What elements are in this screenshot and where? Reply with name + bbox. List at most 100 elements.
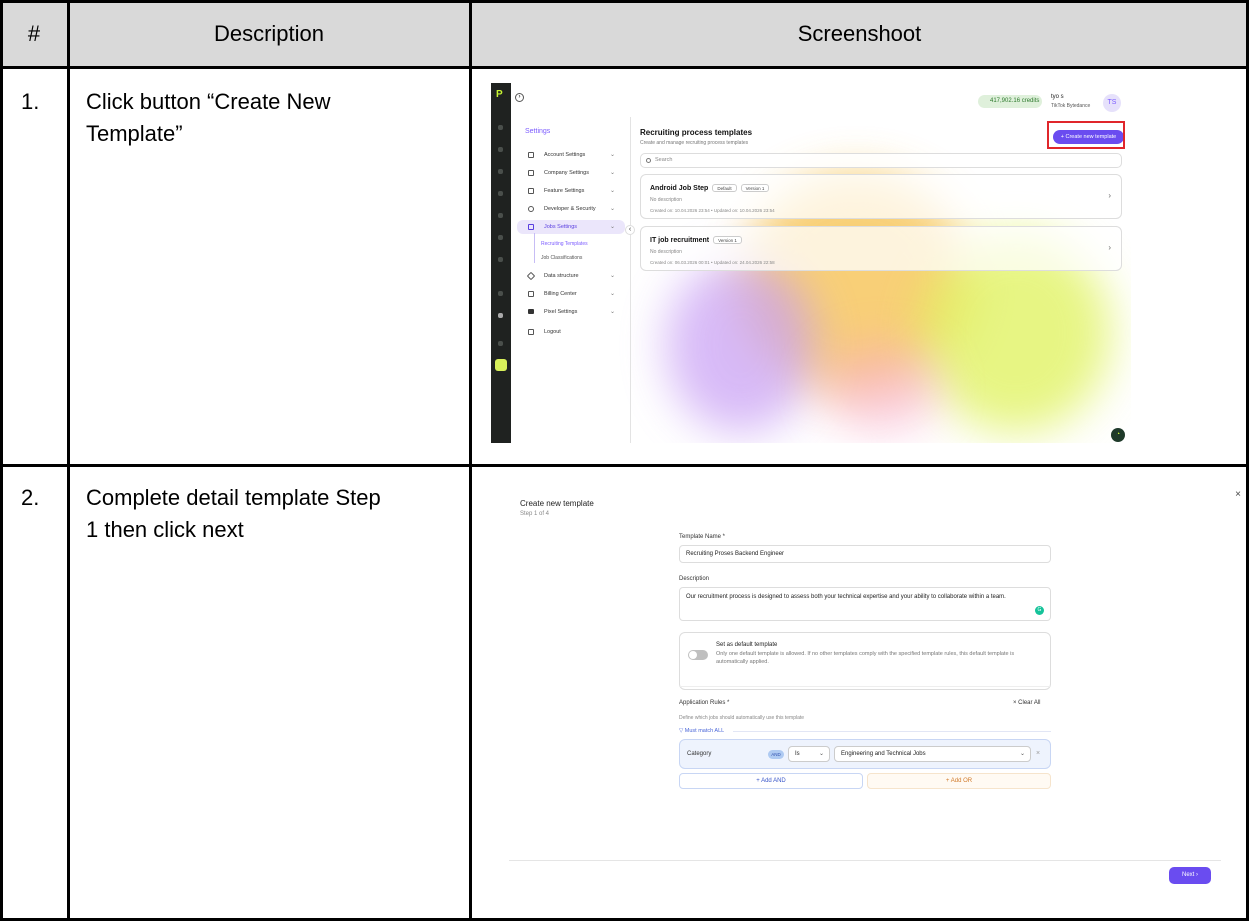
divider [679,686,1051,687]
nav-label: Developer & Security [544,206,596,212]
chevron-down-icon: ⌄ [609,224,615,230]
screenshot-templates-list: P › 417,902.16 credits tyo s TikTok Byte… [491,83,1131,443]
template-title: IT job recruitment [650,236,710,244]
nav-label: Account Settings [544,152,586,158]
chevron-down-icon: ⌄ [609,170,615,176]
collapse-panel-icon[interactable]: ‹ [625,225,635,235]
template-description: No description [650,197,682,203]
default-template-title: Set as default template [716,642,778,648]
nav-feature-settings[interactable]: Feature Settings ⌄ [517,184,625,198]
search-icon [646,158,651,163]
nav-label: Logout [544,329,561,335]
nav-label: Billing Center [544,291,577,297]
toggle-knob [689,651,697,659]
operator-select[interactable]: Is ⌄ [788,746,830,762]
chevron-down-icon: ⌄ [1019,751,1025,757]
feature-icon [528,188,534,194]
screenshot-create-template: × Create new template Step 1 of 4 Templa… [491,483,1243,903]
nav-data-structure[interactable]: Data structure ⌄ [517,269,625,283]
page-title: Recruiting process templates [640,128,753,137]
sidebar-nav-icon[interactable] [498,147,503,152]
chevron-right-icon: › [1108,191,1111,200]
highlight-box [1047,121,1125,149]
chevron-down-icon: ⌄ [609,206,615,212]
default-template-description: Only one default template is allowed. If… [716,651,1015,665]
nav-label: Data structure [544,273,579,279]
default-template-toggle[interactable] [688,650,708,660]
template-name-label: Template Name * [679,534,726,540]
row2-description-line1: Complete detail template Step [86,485,381,510]
user-company: TikTok Bytedance [1051,103,1091,109]
sidebar-nav-icon[interactable] [498,341,503,346]
chevron-down-icon: ⌄ [609,273,615,279]
row1-number: 1. [21,89,40,114]
settings-icon[interactable] [495,359,507,371]
grid-line [0,0,3,921]
settings-title: Settings [525,128,551,135]
version-badge: Version 1 [740,184,770,192]
sidebar-nav-icon[interactable] [498,313,503,318]
close-icon[interactable]: × [1235,489,1241,500]
credits-badge[interactable]: 417,902.16 credits [978,95,1042,108]
header-number: # [27,21,41,46]
subnav-recruiting-templates[interactable]: Recruiting Templates [541,241,588,247]
clear-all-button[interactable]: × Clear All [1013,700,1041,706]
sidebar-nav-icon[interactable] [498,191,503,196]
nav-billing-center[interactable]: Billing Center ⌄ [517,287,625,301]
nav-pixel-settings[interactable]: Pixel Settings ⌄ [517,305,625,319]
pixel-logo-icon [528,309,534,314]
template-card[interactable]: Android Job Step Default Version 1 No desc… [640,174,1122,219]
grammarly-icon[interactable]: G [1035,606,1044,615]
header-description: Description [213,21,325,46]
nav-label: Pixel Settings [544,309,578,315]
nav-developer-security[interactable]: Developer & Security ⌄ [517,202,625,216]
chevron-down-icon: ⌄ [818,751,824,757]
nav-logout[interactable]: Logout [517,325,625,339]
row1-description-line2: Template” [86,121,183,146]
diamond-icon [526,271,536,281]
chevron-down-icon: ⌄ [609,152,615,158]
category-value: Engineering and Technical Jobs [841,751,926,757]
app-sidebar: P [491,83,511,443]
billing-icon [528,291,534,297]
avatar[interactable]: TS [1103,94,1121,112]
remove-rule-icon[interactable]: × [1036,750,1040,757]
grid-line [469,0,472,921]
header-screenshot: Screenshoot [797,21,922,46]
subnav-job-classifications[interactable]: Job Classifications [541,255,582,261]
template-name-input[interactable]: Recruiting Proses Backend Engineer [679,545,1051,563]
divider [733,731,1051,732]
sidebar-nav-icon[interactable] [498,125,503,130]
category-value-select[interactable]: Engineering and Technical Jobs ⌄ [834,746,1031,762]
sidebar-expand-icon[interactable]: › [515,93,524,102]
building-icon [528,170,534,176]
row2-description-line2: 1 then click next [86,517,244,542]
chevron-down-icon: ⌄ [609,291,615,297]
next-button[interactable]: Next › [1169,867,1211,884]
app-logo: P [496,89,503,100]
nav-jobs-settings[interactable]: Jobs Settings ⌄ [517,220,625,234]
step-indicator: Step 1 of 4 [520,511,550,517]
nav-label: Company Settings [544,170,589,176]
logout-icon [528,329,534,335]
sidebar-nav-icon[interactable] [498,235,503,240]
sidebar-nav-icon[interactable] [498,291,503,296]
sidebar-nav-icon[interactable] [498,213,503,218]
sidebar-nav-icon[interactable] [498,169,503,174]
nav-account-settings[interactable]: Account Settings ⌄ [517,148,625,162]
template-card[interactable]: IT job recruitment Version 1 No descripti… [640,226,1122,271]
must-match-filter[interactable]: ▽ Must match ALL [679,728,724,734]
template-title: Android Job Step [650,184,709,192]
grid-line [0,464,1249,467]
search-input[interactable]: Search [640,153,1122,168]
modal-title: Create new template [520,499,594,508]
and-badge: AND [768,750,784,759]
add-and-button[interactable]: + Add AND [679,773,863,789]
nav-company-settings[interactable]: Company Settings ⌄ [517,166,625,180]
add-or-button[interactable]: + Add OR [867,773,1051,789]
sidebar-nav-icon[interactable] [498,257,503,262]
chevron-down-icon: ⌄ [609,188,615,194]
description-textarea[interactable]: Our recruitment process is designed to a… [679,587,1051,621]
description-label: Description [679,576,710,582]
chat-support-icon[interactable]: ◔ [1111,428,1125,442]
